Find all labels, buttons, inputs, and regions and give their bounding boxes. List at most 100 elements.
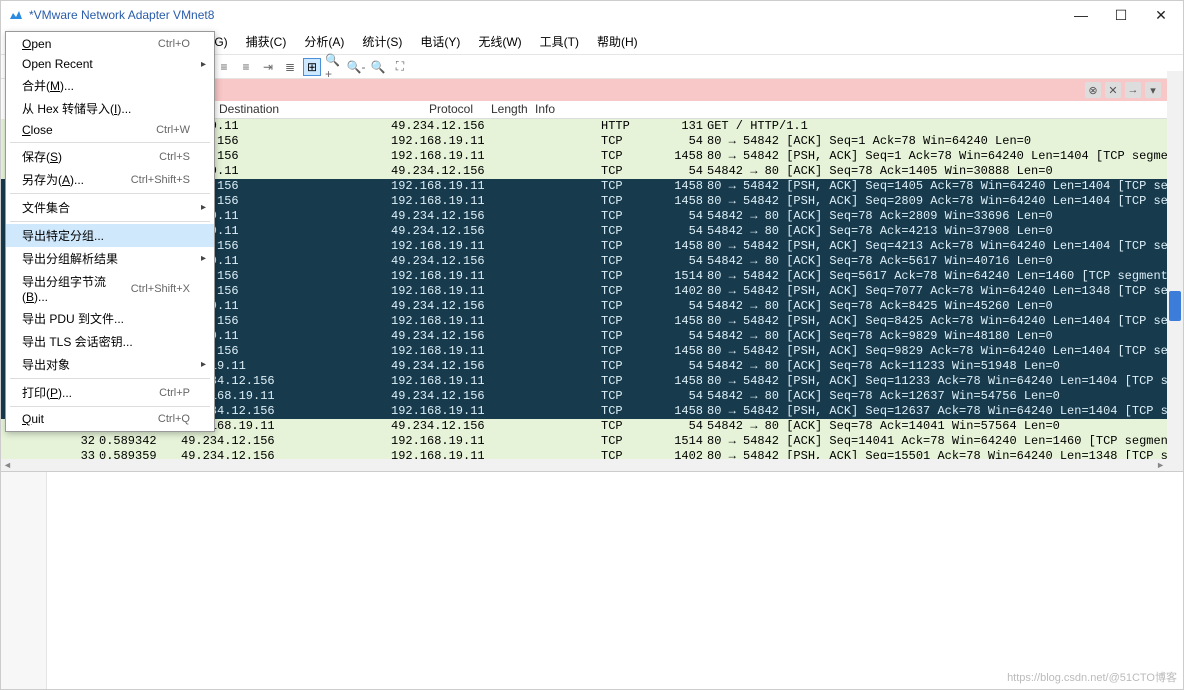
window-maximize-button[interactable]: ☐ xyxy=(1107,7,1135,24)
col-destination[interactable]: Destination xyxy=(215,101,425,118)
packet-cell: 54842 → 80 [ACK] Seq=78 Ack=4213 Win=379… xyxy=(707,224,1183,239)
filter-icon[interactable]: ⊗ xyxy=(1085,82,1101,98)
toolbar-icon[interactable]: 🔍- xyxy=(347,58,365,76)
packet-cell: TCP xyxy=(601,344,663,359)
packet-cell: 54842 → 80 [ACK] Seq=78 Ack=5617 Win=407… xyxy=(707,254,1183,269)
packet-cell: 54 xyxy=(663,224,707,239)
menu-item[interactable]: 导出 PDU 到文件... xyxy=(6,307,214,330)
file-menu-dropdown: Open Ctrl+O Open Recent 合并(M)...从 Hex 转储导入(… xyxy=(5,31,215,432)
menu-item-label: 文件集合 xyxy=(22,199,70,216)
packet-cell: TCP xyxy=(601,299,663,314)
packet-cell: 49.234.12.156 xyxy=(391,299,601,314)
menu-item-shortcut: Ctrl+O xyxy=(158,38,190,50)
col-info[interactable]: Info xyxy=(531,101,1183,118)
menu-item[interactable]: 导出分组解析结果 xyxy=(6,247,214,270)
packet-cell: TCP xyxy=(601,134,663,149)
menu-分析(A)[interactable]: 分析(A) xyxy=(296,31,352,52)
packet-cell: 80 → 54842 [PSH, ACK] Seq=7077 Ack=78 Wi… xyxy=(707,284,1183,299)
packet-cell: 54842 → 80 [ACK] Seq=78 Ack=11233 Win=51… xyxy=(707,359,1183,374)
packet-cell: 1402 xyxy=(663,284,707,299)
packet-cell: 192.168.19.11 xyxy=(391,284,601,299)
menu-item-label: 另存为(A)... xyxy=(22,171,84,188)
menu-item[interactable]: 合并(M)... xyxy=(6,74,214,97)
filter-icon[interactable]: ▾ xyxy=(1145,82,1161,98)
menu-separator xyxy=(10,406,210,407)
packet-cell: 80 → 54842 [PSH, ACK] Seq=12637 Ack=78 W… xyxy=(707,404,1183,419)
menu-item-shortcut: Ctrl+P xyxy=(159,387,190,399)
menu-item-label: Open xyxy=(22,37,51,51)
packet-detail-pane[interactable]: https://blog.csdn.net/@51CTO博客 xyxy=(1,471,1183,689)
filter-icon[interactable]: ✕ xyxy=(1105,82,1121,98)
filter-icon[interactable]: → xyxy=(1125,82,1141,98)
menu-统计(S)[interactable]: 统计(S) xyxy=(354,31,410,52)
menu-item-shortcut: Ctrl+W xyxy=(156,124,190,136)
scrollbar-thumb[interactable] xyxy=(1169,291,1181,321)
window-close-button[interactable]: ✕ xyxy=(1147,7,1175,24)
toolbar-icon[interactable]: ⇥ xyxy=(259,58,277,76)
menu-separator xyxy=(10,221,210,222)
menu-帮助(H)[interactable]: 帮助(H) xyxy=(589,31,646,52)
packet-cell: TCP xyxy=(601,359,663,374)
window-minimize-button[interactable]: — xyxy=(1067,7,1095,23)
menu-item[interactable]: CloseCtrl+W xyxy=(6,120,214,140)
menu-电话(Y)[interactable]: 电话(Y) xyxy=(412,31,468,52)
display-filter-bar[interactable]: ⊗✕→▾ xyxy=(215,79,1167,101)
packet-cell: 32 xyxy=(1,434,99,449)
menu-item-label: Open Recent xyxy=(22,57,93,71)
menu-item[interactable]: Open Ctrl+O xyxy=(6,34,214,54)
packet-cell: TCP xyxy=(601,284,663,299)
menu-item[interactable]: 导出 TLS 会话密钥... xyxy=(6,330,214,353)
packet-cell: 54842 → 80 [ACK] Seq=78 Ack=2809 Win=336… xyxy=(707,209,1183,224)
packet-cell: TCP xyxy=(601,404,663,419)
menu-item[interactable]: QuitCtrl+Q xyxy=(6,409,214,429)
toolbar-icon[interactable]: 🔍 xyxy=(369,58,387,76)
menu-item[interactable]: Open Recent xyxy=(6,54,214,74)
menu-item-label: Quit xyxy=(22,412,44,426)
packet-cell: 1458 xyxy=(663,179,707,194)
vertical-scrollbar[interactable] xyxy=(1167,71,1183,471)
menu-item[interactable]: 导出对象 xyxy=(6,353,214,376)
menu-item-label: 保存(S) xyxy=(22,148,62,165)
packet-cell: 1458 xyxy=(663,314,707,329)
packet-cell: 49.234.12.156 xyxy=(391,359,601,374)
packet-cell: 192.168.19.11 xyxy=(391,404,601,419)
toolbar-icon[interactable]: ⊞ xyxy=(303,58,321,76)
packet-row[interactable]: 320.58934249.234.12.156192.168.19.11TCP1… xyxy=(1,434,1183,449)
col-protocol[interactable]: Protocol xyxy=(425,101,487,118)
toolbar-icon[interactable]: ≡ xyxy=(237,58,255,76)
packet-cell: 1514 xyxy=(663,434,707,449)
packet-cell: 80 → 54842 [PSH, ACK] Seq=2809 Ack=78 Wi… xyxy=(707,194,1183,209)
packet-cell: 80 → 54842 [PSH, ACK] Seq=1 Ack=78 Win=6… xyxy=(707,149,1183,164)
packet-cell: TCP xyxy=(601,179,663,194)
menu-separator xyxy=(10,193,210,194)
packet-cell: TCP xyxy=(601,239,663,254)
packet-cell: 80 → 54842 [ACK] Seq=5617 Ack=78 Win=642… xyxy=(707,269,1183,284)
packet-cell: 49.234.12.156 xyxy=(391,254,601,269)
menu-item-label: 导出特定分组... xyxy=(22,227,104,244)
packet-cell: TCP xyxy=(601,194,663,209)
menu-item[interactable]: 从 Hex 转储导入(I)... xyxy=(6,97,214,120)
packet-cell: TCP xyxy=(601,419,663,434)
menu-无线(W)[interactable]: 无线(W) xyxy=(470,31,529,52)
toolbar-icon[interactable]: ≡ xyxy=(215,58,233,76)
menu-item[interactable]: 保存(S)Ctrl+S xyxy=(6,145,214,168)
menu-item[interactable]: 打印(P)...Ctrl+P xyxy=(6,381,214,404)
menu-item[interactable]: 导出分组字节流(B)...Ctrl+Shift+X xyxy=(6,270,214,307)
packet-cell: 80 → 54842 [PSH, ACK] Seq=9829 Ack=78 Wi… xyxy=(707,344,1183,359)
packet-cell: 80 → 54842 [PSH, ACK] Seq=1405 Ack=78 Wi… xyxy=(707,179,1183,194)
packet-cell: TCP xyxy=(601,224,663,239)
menu-item[interactable]: 导出特定分组... xyxy=(6,224,214,247)
menu-item[interactable]: 另存为(A)...Ctrl+Shift+S xyxy=(6,168,214,191)
horizontal-scrollbar[interactable]: ◄► xyxy=(1,459,1167,471)
toolbar-icon[interactable]: ⛶ xyxy=(391,58,409,76)
toolbar-icon[interactable]: ≣ xyxy=(281,58,299,76)
packet-cell: 1458 xyxy=(663,344,707,359)
toolbar-icon[interactable]: 🔍+ xyxy=(325,58,343,76)
packet-cell: 49.234.12.156 xyxy=(391,209,601,224)
packet-cell: TCP xyxy=(601,329,663,344)
menu-捕获(C)[interactable]: 捕获(C) xyxy=(238,31,295,52)
menu-item[interactable]: 文件集合 xyxy=(6,196,214,219)
col-length[interactable]: Length xyxy=(487,101,531,118)
app-window: *VMware Network Adapter VMnet8 — ☐ ✕ 文件(… xyxy=(0,0,1184,690)
menu-工具(T)[interactable]: 工具(T) xyxy=(532,31,587,52)
